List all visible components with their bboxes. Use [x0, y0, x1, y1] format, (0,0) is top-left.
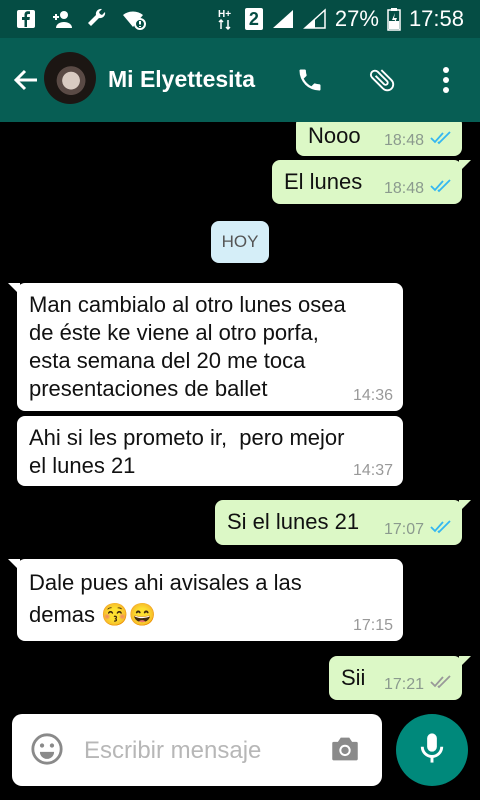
- bubble-tail: [459, 500, 471, 512]
- status-bar: H+ 2 27% 17:58: [0, 0, 480, 38]
- signal-icon: [271, 7, 295, 31]
- message-meta: 18:48: [384, 179, 452, 198]
- bubble-tail: [8, 283, 20, 295]
- message-out[interactable]: El lunes 18:48: [272, 160, 471, 204]
- delivered-ticks-icon: [430, 675, 452, 694]
- paperclip-icon[interactable]: [364, 62, 400, 98]
- bubble-tail: [459, 160, 471, 172]
- sim-badge: 2: [244, 7, 263, 31]
- message-time: 14:37: [352, 462, 393, 479]
- message-in[interactable]: Dale pues ahi avisales a las demas 😚😄 17…: [8, 559, 403, 641]
- message-meta: 17:21: [384, 675, 452, 694]
- message-in[interactable]: Man cambialo al otro lunes osea de éste …: [8, 283, 403, 411]
- message-time: 17:21: [383, 675, 424, 693]
- read-ticks-icon: [430, 520, 452, 539]
- message-meta: 14:37: [353, 462, 393, 480]
- battery-icon: [387, 7, 401, 31]
- message-time: 17:07: [383, 520, 424, 538]
- message-input[interactable]: [82, 730, 326, 772]
- more-vert-icon[interactable]: [428, 62, 464, 98]
- message-time: 14:36: [352, 387, 393, 404]
- message-text: Ahi si les prometo ir, pero mejor el lun…: [29, 425, 345, 478]
- message-out[interactable]: Nooo 18:48: [296, 122, 462, 156]
- clock: 17:58: [408, 6, 464, 31]
- message-list[interactable]: Nooo 18:48 El lunes 18:48 HOY Man cambia…: [0, 122, 480, 712]
- chat-header: Mi Elyettesita: [0, 38, 480, 122]
- message-text: El lunes: [284, 169, 363, 194]
- emoji-icon[interactable]: [30, 732, 66, 768]
- contact-name[interactable]: Mi Elyettesita: [108, 66, 255, 93]
- message-text: Sii: [341, 665, 366, 690]
- message-meta: 17:15: [353, 617, 393, 635]
- message-text: Dale pues ahi avisales a las demas 😚😄: [29, 570, 302, 627]
- read-ticks-icon: [430, 179, 452, 198]
- read-ticks-icon: [430, 131, 452, 150]
- message-text: Nooo: [308, 123, 361, 148]
- message-meta: 17:07: [384, 520, 452, 539]
- bubble-tail: [459, 656, 471, 668]
- wifi-alert-icon: [122, 7, 146, 31]
- bubble-tail: [8, 559, 20, 571]
- wrench-icon: [86, 7, 110, 31]
- message-meta: 14:36: [353, 387, 393, 405]
- avatar[interactable]: [44, 52, 96, 104]
- add-contact-icon: [50, 7, 74, 31]
- battery-percent: 27%: [334, 6, 379, 31]
- message-text: Man cambialo al otro lunes osea de éste …: [29, 292, 346, 401]
- message-text: Si el lunes 21: [227, 509, 360, 534]
- message-out[interactable]: Si el lunes 21 17:07: [215, 500, 471, 545]
- mic-icon: [417, 731, 447, 770]
- date-divider: HOY: [211, 221, 269, 263]
- hplus-data-icon: H+: [213, 7, 237, 31]
- facebook-icon: [14, 7, 38, 31]
- signal-empty-icon: [302, 7, 327, 31]
- message-time: 18:48: [383, 131, 424, 149]
- camera-icon[interactable]: [328, 732, 364, 768]
- svg-text:H+: H+: [218, 9, 231, 20]
- message-out[interactable]: Sii 17:21: [329, 656, 471, 700]
- back-arrow-icon[interactable]: [8, 62, 44, 98]
- message-meta: 18:48: [384, 131, 452, 150]
- phone-icon[interactable]: [292, 62, 328, 98]
- message-time: 18:48: [383, 179, 424, 197]
- message-composer: [12, 714, 382, 786]
- mic-button[interactable]: [396, 714, 468, 786]
- message-time: 17:15: [352, 617, 393, 634]
- message-in[interactable]: Ahi si les prometo ir, pero mejor el lun…: [17, 416, 403, 486]
